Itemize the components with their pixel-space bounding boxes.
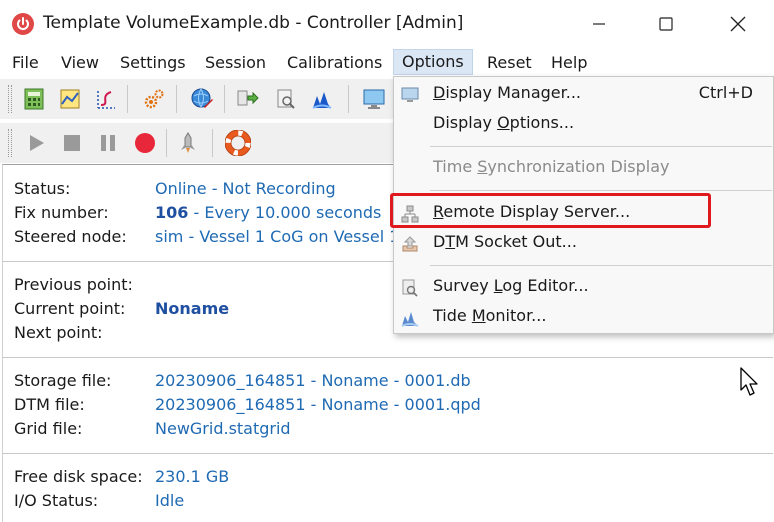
window-title: Template VolumeExample.db - Controller [… — [43, 13, 464, 33]
menu-session[interactable]: Session — [205, 51, 266, 77]
maximize-icon — [659, 17, 673, 31]
storage-file-label: Storage file: — [14, 371, 112, 390]
menu-item-survey-log-editor[interactable]: Survey Log Editor... — [394, 272, 773, 302]
grid-file-label: Grid file: — [14, 419, 83, 438]
file-search-icon — [400, 278, 420, 298]
monitor-icon[interactable] — [360, 85, 388, 113]
free-disk-label: Free disk space: — [14, 467, 143, 486]
main-toolbar — [0, 79, 393, 119]
calculator-icon[interactable] — [20, 85, 48, 113]
survey-log-editor-label: Survey Log Editor... — [433, 276, 589, 295]
minimize-button[interactable] — [563, 0, 635, 48]
close-icon — [730, 16, 746, 32]
menu-separator — [430, 265, 772, 266]
display-manager-shortcut: Ctrl+D — [698, 83, 753, 102]
toolbar-separator — [166, 129, 167, 157]
file-search-icon[interactable] — [272, 85, 300, 113]
fix-number-value: 106 - Every 10.000 seconds — [155, 203, 381, 222]
menu-separator — [430, 146, 772, 147]
display-manager-label: Display Manager... — [433, 83, 581, 102]
toolbar-separator — [348, 85, 349, 113]
rocket-icon[interactable] — [174, 129, 202, 157]
tide-icon[interactable] — [308, 85, 336, 113]
highlight-box — [390, 193, 711, 228]
io-status-label: I/O Status: — [14, 491, 99, 510]
steered-node-label: Steered node: — [14, 227, 127, 246]
menu-bar: File View Settings Session Calibrations … — [0, 48, 774, 76]
menu-calibrations[interactable]: Calibrations — [287, 51, 382, 77]
grid-file-value: NewGrid.statgrid — [155, 419, 291, 438]
stop-icon[interactable] — [58, 129, 86, 157]
chart-icon[interactable] — [56, 85, 84, 113]
section-divider — [3, 357, 773, 358]
menu-file[interactable]: File — [12, 51, 39, 77]
menu-separator — [430, 190, 772, 191]
menu-options[interactable]: Options — [393, 49, 473, 75]
menu-item-tide-monitor[interactable]: Tide Monitor... — [394, 302, 773, 332]
menu-item-display-options[interactable]: Display Options... — [394, 109, 773, 139]
previous-point-label: Previous point: — [14, 275, 133, 294]
close-button[interactable] — [702, 0, 774, 48]
menu-view[interactable]: View — [61, 51, 99, 77]
menu-item-dtm-socket-out[interactable]: DTM Socket Out... — [394, 228, 773, 258]
section-divider — [3, 453, 773, 454]
lifebuoy-icon[interactable] — [224, 129, 252, 157]
title-bar: Template VolumeExample.db - Controller [… — [0, 0, 774, 48]
mouse-cursor-icon — [740, 367, 760, 401]
fix-number-label: Fix number: — [14, 203, 109, 222]
current-point-label: Current point: — [14, 299, 126, 318]
monitor-icon — [400, 85, 420, 105]
time-sync-label: Time Synchronization Display — [433, 157, 670, 176]
toolbar-separator — [176, 85, 177, 113]
record-icon[interactable] — [131, 129, 159, 157]
pause-icon[interactable] — [94, 129, 122, 157]
storage-file-value: 20230906_164851 - Noname - 0001.db — [155, 371, 471, 390]
free-disk-value: 230.1 GB — [155, 467, 230, 486]
menu-item-display-manager[interactable]: Display Manager... Ctrl+D — [394, 79, 773, 109]
globe-edit-icon[interactable] — [188, 85, 216, 113]
menu-settings[interactable]: Settings — [120, 51, 186, 77]
maximize-button[interactable] — [630, 0, 702, 48]
toolbar-separator — [127, 85, 128, 113]
recording-toolbar — [0, 123, 393, 163]
toolbar-grip[interactable] — [8, 129, 12, 157]
next-point-label: Next point: — [14, 323, 103, 342]
status-value: Online - Not Recording — [155, 179, 336, 198]
app-power-icon[interactable] — [12, 13, 34, 35]
fix-interval: - Every 10.000 seconds — [188, 203, 382, 222]
display-options-label: Display Options... — [433, 113, 575, 132]
upload-icon — [400, 234, 420, 254]
toolbar-grip[interactable] — [8, 85, 12, 113]
track-icon[interactable] — [92, 85, 120, 113]
io-status-value: Idle — [155, 491, 185, 510]
status-label: Status: — [14, 179, 71, 198]
export-icon[interactable] — [234, 85, 262, 113]
settings-gears-icon[interactable] — [140, 85, 168, 113]
dtm-file-value: 20230906_164851 - Noname - 0001.qpd — [155, 395, 481, 414]
current-point-value: Noname — [155, 299, 230, 318]
play-icon[interactable] — [22, 129, 50, 157]
minimize-icon — [593, 23, 605, 25]
steered-node-value: sim - Vessel 1 CoG on Vessel 1 — [155, 227, 400, 246]
tide-monitor-label: Tide Monitor... — [433, 306, 547, 325]
fix-number: 106 — [155, 203, 189, 222]
toolbar-separator — [212, 129, 213, 157]
menu-item-time-sync-display: Time Synchronization Display — [394, 153, 773, 183]
tide-icon — [400, 308, 420, 328]
dtm-socket-out-label: DTM Socket Out... — [433, 232, 577, 251]
menu-reset[interactable]: Reset — [487, 51, 532, 77]
toolbar-separator — [224, 85, 225, 113]
menu-help[interactable]: Help — [551, 51, 587, 77]
dtm-file-label: DTM file: — [14, 395, 85, 414]
